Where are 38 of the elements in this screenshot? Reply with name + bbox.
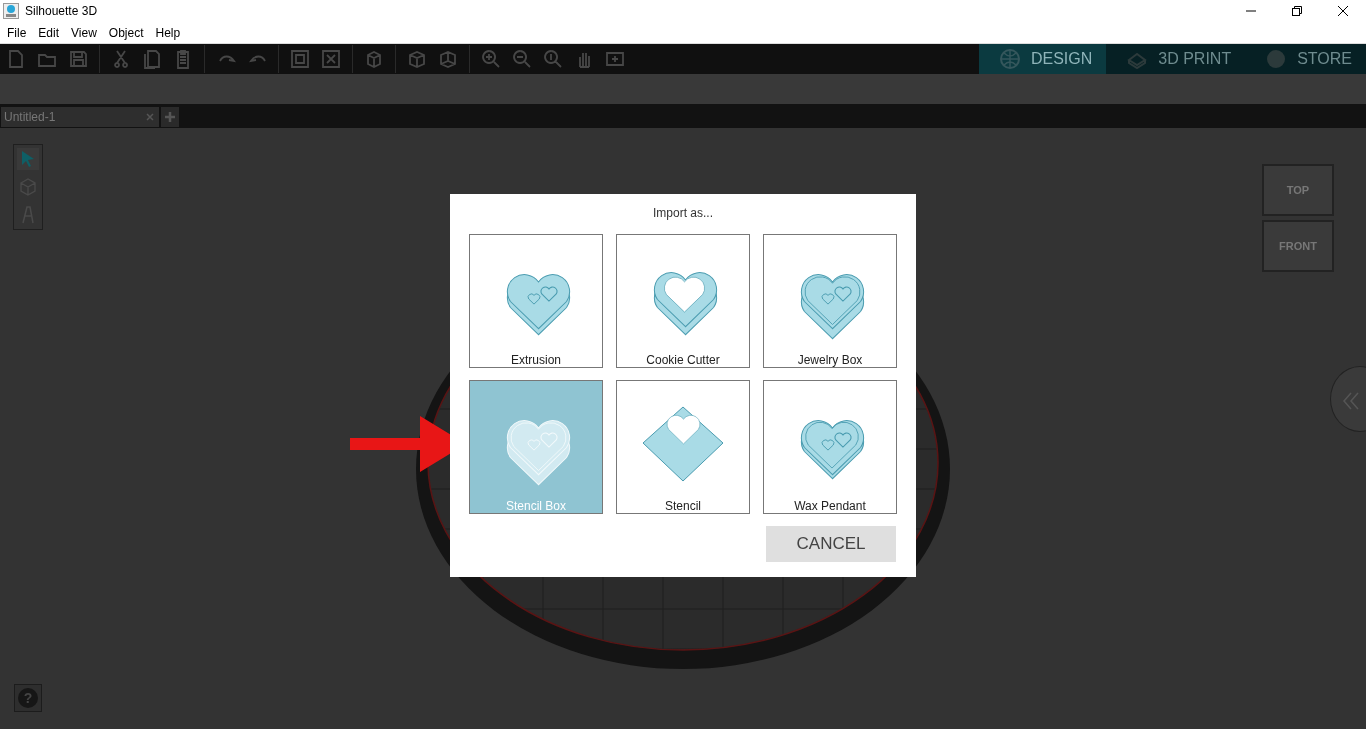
scissors-icon[interactable]: [111, 49, 131, 69]
double-chevron-icon: [1341, 391, 1361, 411]
group-icon[interactable]: [290, 49, 310, 69]
mode-tab[interactable]: STORE: [1245, 44, 1366, 74]
copy-icon[interactable]: [142, 49, 162, 69]
close-icon[interactable]: [1337, 5, 1349, 17]
globe-icon: [998, 48, 1021, 70]
ungroup-icon[interactable]: [321, 49, 341, 69]
zoom-in-icon[interactable]: [481, 49, 501, 69]
cube-icon[interactable]: [438, 49, 458, 69]
menu-item[interactable]: Object: [104, 25, 148, 40]
app-logo-icon: [3, 3, 19, 19]
zoom-fit-icon[interactable]: [543, 49, 563, 69]
window-title: Silhouette 3D: [25, 4, 99, 18]
menu-item[interactable]: Help: [151, 25, 185, 40]
cube-tool-icon[interactable]: [17, 176, 39, 198]
cube-icon[interactable]: [407, 49, 427, 69]
import-option[interactable]: Wax Pendant: [763, 380, 897, 514]
menu-item[interactable]: View: [67, 25, 101, 40]
menu-item[interactable]: Edit: [34, 25, 64, 40]
import-option[interactable]: Extrusion: [469, 234, 603, 368]
restore-icon[interactable]: [1291, 5, 1303, 17]
new-tab-button[interactable]: [161, 107, 179, 127]
import-option[interactable]: Jewelry Box: [763, 234, 897, 368]
pointer-tool-icon[interactable]: [17, 148, 39, 170]
menu-item[interactable]: File: [3, 25, 31, 40]
import-option[interactable]: Stencil: [616, 380, 750, 514]
file-icon[interactable]: [6, 49, 26, 69]
mode-tab[interactable]: 3D PRINT: [1106, 44, 1246, 74]
zoom-out-icon[interactable]: [512, 49, 532, 69]
import-option[interactable]: Cookie Cutter: [616, 234, 750, 368]
dialog-title: Import as...: [653, 206, 713, 220]
circle-icon: [1265, 48, 1288, 70]
plus-icon: [164, 111, 176, 123]
cancel-button[interactable]: CANCEL: [766, 526, 896, 562]
mode-tab[interactable]: DESIGN: [978, 44, 1107, 74]
grid-icon[interactable]: [605, 49, 625, 69]
box-icon[interactable]: [364, 49, 384, 69]
